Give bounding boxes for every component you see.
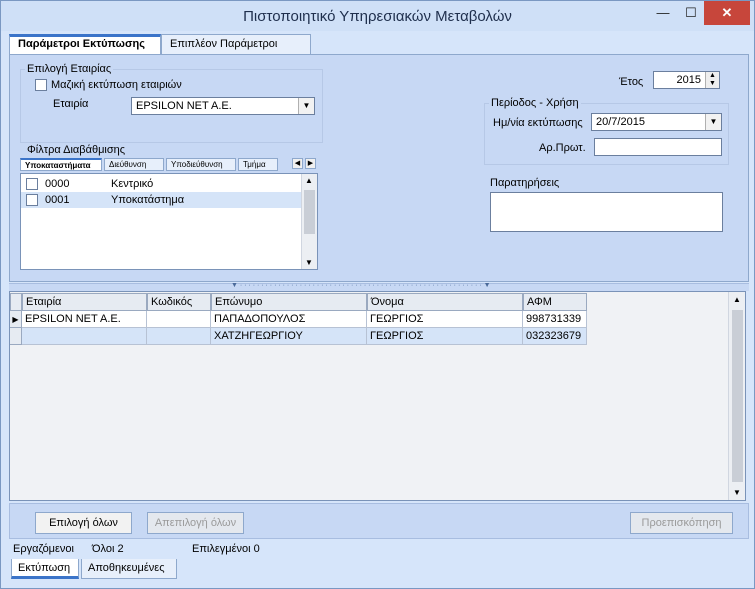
close-button[interactable]: ✕ <box>704 1 750 25</box>
list-item-code: 0000 <box>45 178 70 190</box>
row-indicator <box>10 328 22 345</box>
all-count: Όλοι 2 <box>92 543 124 555</box>
column-header-name[interactable]: Όνομα <box>367 293 523 311</box>
tab-scroll-right-icon[interactable]: ▶ <box>305 158 316 169</box>
employees-grid: Εταιρία Κωδικός Επώνυμο Όνομα ΑΦΜ ▶ EPSI… <box>9 291 746 501</box>
mass-print-label: Μαζική εκτύπωση εταιριών <box>51 79 182 91</box>
mass-print-checkbox[interactable] <box>35 79 47 91</box>
list-item-code: 0001 <box>45 194 70 206</box>
year-spinner[interactable]: 2015 ▲ ▼ <box>653 71 720 89</box>
list-item-checkbox[interactable] <box>26 178 38 190</box>
deselect-all-button[interactable]: Απεπιλογή όλων <box>147 512 244 534</box>
list-scrollbar[interactable]: ▲ ▼ <box>301 174 317 269</box>
chevron-down-icon[interactable]: ▼ <box>705 114 721 130</box>
tab-scroll-left-icon[interactable]: ◀ <box>292 158 303 169</box>
list-item[interactable]: 0000 Κεντρικό <box>21 176 301 192</box>
company-label: Εταιρία <box>53 98 89 110</box>
company-select[interactable]: EPSILON NET A.E. ▼ <box>131 97 315 115</box>
minimize-button[interactable]: — <box>649 1 677 25</box>
table-cell[interactable]: ΠΑΠΑΔΟΠΟΥΛΟΣ <box>211 311 367 328</box>
chevron-up-icon[interactable]: ▲ <box>305 176 313 185</box>
subtab-subdivision[interactable]: Υποδιεύθυνση <box>166 158 236 171</box>
grid-scroll-thumb[interactable] <box>732 310 743 482</box>
list-item[interactable]: 0001 Υποκατάστημα <box>21 192 301 208</box>
spin-arrows-icon[interactable]: ▲ ▼ <box>705 72 719 88</box>
tab-print-parameters[interactable]: Παράμετροι Εκτύπωσης <box>9 34 161 54</box>
row-indicator-icon: ▶ <box>10 311 22 328</box>
filter-group-legend: Φίλτρα Διαβάθμισης <box>27 144 126 156</box>
company-group-legend: Επιλογή Εταιρίας <box>25 63 114 75</box>
table-cell[interactable]: 998731339 <box>523 311 587 328</box>
chevron-up-icon[interactable]: ▲ <box>733 295 741 304</box>
window-title: Πιστοποιητικό Υπηρεσιακών Μεταβολών <box>243 8 512 25</box>
subtab-department[interactable]: Τμήμα <box>238 158 278 171</box>
grid-corner <box>10 293 22 311</box>
protocol-input[interactable] <box>594 138 722 156</box>
splitter-handle[interactable]: ▼ · · · · · · · · · · · · · · · · · · · … <box>9 282 749 291</box>
year-label: Έτος <box>619 76 644 88</box>
company-select-value: EPSILON NET A.E. <box>136 100 232 112</box>
employees-label: Εργαζόμενοι <box>13 543 74 555</box>
collapse-arrow-icon[interactable]: ▼ · · · · · · · · · · · · · · · · · · · … <box>231 282 491 289</box>
table-cell[interactable]: ΓΕΩΡΓΙΟΣ <box>367 328 523 345</box>
subtab-division[interactable]: Διεύθυνση <box>104 158 164 171</box>
protocol-label: Αρ.Πρωτ. <box>539 142 586 154</box>
subtab-branches[interactable]: Υποκαταστήματα <box>20 158 102 171</box>
period-group-legend: Περίοδος - Χρήση <box>489 97 581 109</box>
chevron-down-icon[interactable]: ▼ <box>298 98 314 114</box>
app-window: Πιστοποιητικό Υπηρεσιακών Μεταβολών — ☐ … <box>0 0 755 589</box>
notes-textarea[interactable] <box>490 192 723 232</box>
column-header-company[interactable]: Εταιρία <box>22 293 147 311</box>
tab-saved[interactable]: Αποθηκευμένες <box>81 559 177 579</box>
grid-scrollbar[interactable]: ▲ ▼ <box>728 292 745 500</box>
table-cell[interactable]: 032323679 <box>523 328 587 345</box>
title-bar: Πιστοποιητικό Υπηρεσιακών Μεταβολών — ☐ … <box>1 1 754 31</box>
table-cell[interactable] <box>22 328 147 345</box>
period-group: Περίοδος - Χρήση Ημ/νία εκτύπωσης 20/7/2… <box>484 97 729 165</box>
company-group: Επιλογή Εταιρίας Μαζική εκτύπωση εταιριώ… <box>20 63 323 143</box>
table-cell[interactable] <box>147 328 211 345</box>
chevron-down-icon[interactable]: ▼ <box>733 488 741 497</box>
column-header-afm[interactable]: ΑΦΜ <box>523 293 587 311</box>
table-cell[interactable]: ΧΑΤΖΗΓΕΩΡΓΙΟΥ <box>211 328 367 345</box>
selected-count: Επιλεγμένοι 0 <box>192 543 260 555</box>
select-all-button[interactable]: Επιλογή όλων <box>35 512 132 534</box>
table-cell[interactable] <box>147 311 211 328</box>
list-item-name: Υποκατάστημα <box>111 194 185 206</box>
notes-label: Παρατηρήσεις <box>490 177 560 189</box>
list-scroll-thumb[interactable] <box>304 190 315 234</box>
print-date-picker[interactable]: 20/7/2015 ▼ <box>591 113 722 131</box>
table-cell[interactable]: EPSILON NET A.E. <box>22 311 147 328</box>
maximize-button[interactable]: ☐ <box>677 1 705 25</box>
status-bar: Εργαζόμενοι Όλοι 2 Επιλεγμένοι 0 <box>9 541 749 559</box>
bottom-tabs: Εκτύπωση Αποθηκευμένες <box>9 559 749 581</box>
column-header-code[interactable]: Κωδικός <box>147 293 211 311</box>
list-item-checkbox[interactable] <box>26 194 38 206</box>
chevron-down-icon[interactable]: ▼ <box>305 258 313 267</box>
main-tabs: Παράμετροι Εκτύπωσης Επιπλέον Παράμετροι <box>9 34 749 54</box>
list-item-name: Κεντρικό <box>111 178 154 190</box>
preview-button[interactable]: Προεπισκόπηση <box>630 512 733 534</box>
button-bar: Επιλογή όλων Απεπιλογή όλων Προεπισκόπησ… <box>9 503 749 539</box>
print-date-label: Ημ/νία εκτύπωσης <box>493 117 583 129</box>
column-header-surname[interactable]: Επώνυμο <box>211 293 367 311</box>
table-cell[interactable]: ΓΕΩΡΓΙΟΣ <box>367 311 523 328</box>
tab-extra-parameters[interactable]: Επιπλέον Παράμετροι <box>161 34 311 54</box>
tab-print[interactable]: Εκτύπωση <box>11 559 79 579</box>
notes-group: Παρατηρήσεις <box>484 177 729 236</box>
branches-list: 0000 Κεντρικό 0001 Υποκατάστημα ▲ ▼ <box>20 173 318 270</box>
print-date-value: 20/7/2015 <box>596 116 645 128</box>
